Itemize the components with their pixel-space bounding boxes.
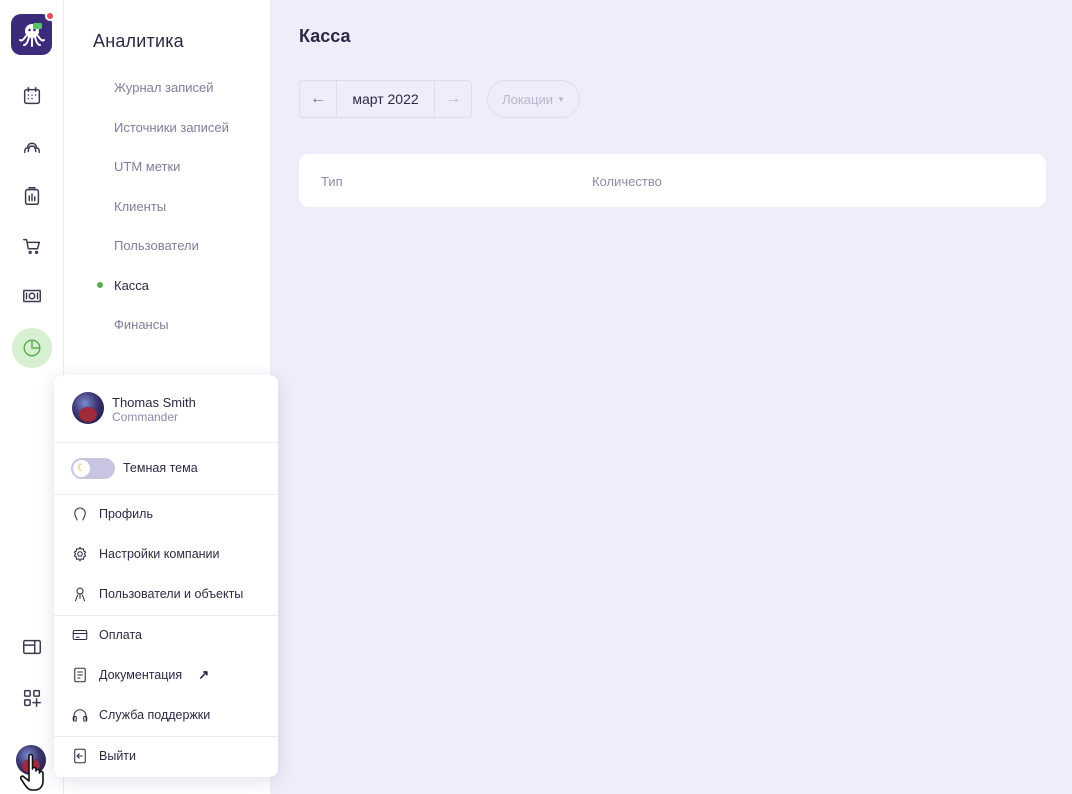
menu-item-label: Оплата [99, 628, 142, 642]
notification-dot [45, 11, 55, 21]
user-menu-avatar [72, 392, 104, 424]
dark-theme-toggle[interactable]: ☾ [71, 458, 115, 479]
divider [54, 494, 278, 495]
menu-item-label: Профиль [99, 507, 153, 521]
menu-item-docs[interactable]: Документация ↗ [71, 665, 209, 685]
sidebar-title: Аналитика [93, 31, 184, 51]
cashbox-table: Тип Количество [299, 154, 1046, 207]
hand-cursor-icon [20, 753, 44, 791]
document-icon [74, 667, 86, 683]
active-indicator-dot [97, 282, 103, 288]
moon-icon: ☾ [73, 460, 90, 477]
menu-item-support[interactable]: Служба поддержки [71, 705, 210, 725]
sidebar-item-finance[interactable]: Финансы [114, 317, 169, 332]
headphones-icon [72, 709, 88, 722]
menu-item-profile[interactable]: Профиль [71, 504, 153, 524]
octopus-logo-icon [18, 22, 45, 47]
column-header-type: Тип [321, 174, 343, 189]
menu-item-logout[interactable]: Выйти [71, 746, 136, 766]
user-objects-icon [74, 587, 86, 602]
month-navigator: ← март 2022 → [299, 80, 472, 118]
clipboard-icon[interactable] [12, 176, 52, 216]
cash-icon[interactable] [12, 276, 52, 316]
locations-dropdown[interactable]: Локации ▼ [487, 80, 580, 118]
profile-icon [74, 507, 86, 521]
calendar-icon[interactable] [12, 76, 52, 116]
menu-item-payment[interactable]: Оплата [71, 625, 142, 645]
user-menu-popup: Thomas Smith Commander ☾ Темная тема Про… [54, 375, 278, 777]
sidebar-item-bookings-log[interactable]: Журнал записей [114, 80, 214, 95]
page-title: Касса [299, 26, 351, 46]
sidebar-item-cashbox[interactable]: Касса [114, 278, 149, 293]
menu-item-label: Пользователи и объекты [99, 587, 244, 601]
sidebar-item-clients[interactable]: Клиенты [114, 199, 166, 214]
menu-item-label: Выйти [99, 749, 137, 763]
next-month-button[interactable]: → [434, 81, 471, 117]
user-name: Thomas Smith [112, 395, 196, 410]
cart-icon[interactable] [12, 226, 52, 266]
user-role: Commander [112, 410, 179, 424]
locations-label: Локации [502, 91, 553, 107]
logout-icon [74, 748, 86, 764]
menu-item-users-objects[interactable]: Пользователи и объекты [71, 584, 243, 604]
sidebar-item-utm[interactable]: UTM метки [114, 159, 180, 174]
sidebar-item-booking-sources[interactable]: Источники записей [114, 120, 229, 135]
prev-month-button[interactable]: ← [300, 81, 337, 117]
widget-icon[interactable] [12, 627, 52, 667]
column-header-quantity: Количество [592, 174, 662, 189]
menu-item-label: Настройки компании [99, 547, 220, 561]
menu-item-label: Служба поддержки [99, 708, 211, 722]
sidebar-item-users[interactable]: Пользователи [114, 238, 199, 253]
divider [54, 736, 278, 737]
clients-icon[interactable] [12, 126, 52, 166]
analytics-icon[interactable] [12, 328, 52, 368]
current-month-label[interactable]: март 2022 [337, 81, 434, 117]
divider [54, 615, 278, 616]
chevron-down-icon: ▼ [557, 94, 565, 104]
divider [54, 442, 278, 443]
app-logo[interactable] [11, 11, 55, 55]
apps-add-icon[interactable] [12, 678, 52, 718]
dark-theme-label: Темная тема [123, 461, 198, 475]
gear-icon [73, 546, 87, 562]
menu-item-company-settings[interactable]: Настройки компании [71, 544, 220, 564]
menu-item-label: Документация [99, 668, 183, 682]
card-icon [72, 629, 88, 641]
external-link-icon: ↗ [198, 667, 210, 682]
